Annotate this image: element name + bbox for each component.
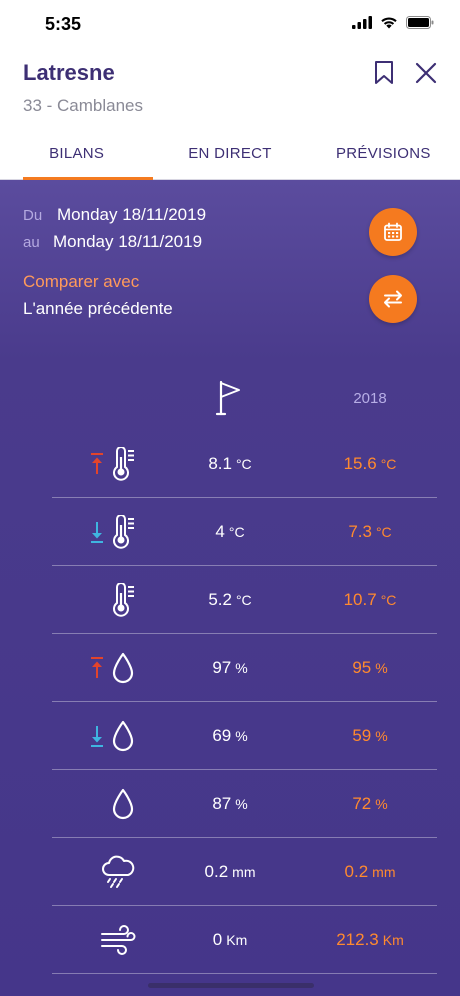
date-to-value: Monday 18/11/2019	[53, 232, 203, 251]
close-icon	[415, 62, 437, 84]
compare-year-header: 2018	[353, 390, 387, 407]
thermometer-icon	[113, 515, 134, 549]
water-drop-icon	[112, 652, 134, 684]
current-value: 4 °C	[215, 522, 245, 541]
arrow-up-max-icon	[91, 453, 103, 474]
status-time: 5:35	[45, 14, 82, 34]
current-value: 0 Km	[212, 930, 248, 949]
stats-table: 8.1 °C 15.6 °C 4 °C 7.3 °C 5.2 °C 10.7 °…	[0, 430, 460, 996]
arrow-down-min-icon	[91, 726, 103, 747]
table-row: 5.2 °C 10.7 °C	[0, 566, 460, 634]
current-value: 8.1 °C	[208, 454, 252, 473]
compare-label: Comparer avec	[23, 272, 140, 291]
arrow-up-max-icon	[91, 657, 103, 678]
table-row: 4 °C 7.3 °C	[0, 498, 460, 566]
current-value: 0.2 mm	[204, 862, 256, 881]
tab-bar: BILANS EN DIRECT PRÉVISIONS	[0, 128, 460, 180]
partial-icon	[100, 991, 136, 996]
compare-value: 10.7 °C	[343, 590, 397, 609]
table-row: 97% 95%	[0, 634, 460, 702]
date-from-value: Monday 18/11/2019	[57, 205, 207, 224]
table-row: 0.2 mm 0.2 mm	[0, 838, 460, 906]
swap-arrows-icon	[384, 290, 402, 308]
table-row: 8.1 °C 15.6 °C	[0, 430, 460, 498]
tab-en-direct[interactable]: EN DIRECT	[153, 128, 306, 179]
thermometer-icon	[113, 447, 134, 481]
wind-icon	[101, 925, 136, 955]
cellular-signal-icon	[352, 16, 372, 29]
bookmark-button[interactable]	[369, 58, 399, 88]
tab-previsions[interactable]: PRÉVISIONS	[307, 128, 460, 179]
city-name: Latresne	[23, 60, 115, 85]
table-row: 69% 59%	[0, 702, 460, 770]
current-value: 5.2 °C	[208, 590, 252, 609]
compare-value: 0.2 mm	[344, 862, 396, 881]
date-from-label: Du	[23, 207, 43, 224]
compare-value: 95%	[352, 658, 388, 677]
water-drop-icon	[112, 788, 134, 820]
date-range: Du Monday 18/11/2019 au Monday 18/11/2019	[23, 202, 206, 256]
calendar-icon	[384, 222, 402, 241]
bookmark-icon	[375, 61, 393, 84]
table-row: 0 Km 212.3 Km	[0, 906, 460, 974]
close-button[interactable]	[411, 58, 441, 88]
home-indicator	[148, 983, 314, 988]
compare-value: 212.3 Km	[336, 930, 404, 949]
main-content: Du Monday 18/11/2019 au Monday 18/11/2019 …	[0, 180, 460, 996]
calendar-button[interactable]	[369, 208, 417, 256]
tab-bilans[interactable]: BILANS	[0, 128, 154, 180]
swap-compare-button[interactable]	[369, 275, 417, 323]
date-to-row: au Monday 18/11/2019	[23, 229, 206, 256]
wifi-icon	[381, 17, 397, 29]
water-drop-icon	[112, 720, 134, 752]
compare-value: 59%	[352, 726, 388, 745]
current-value: 97%	[212, 658, 248, 677]
compare-value: L'année précédente	[23, 299, 173, 318]
table-row: 87% 72%	[0, 770, 460, 838]
flag-icon	[215, 380, 240, 416]
date-to-label: au	[23, 234, 40, 251]
battery-icon	[406, 16, 434, 29]
compare-value: 15.6 °C	[343, 454, 397, 473]
date-from-row: Du Monday 18/11/2019	[23, 202, 206, 229]
current-value: 87%	[212, 794, 248, 813]
compare-value: 72%	[352, 794, 388, 813]
status-bar: 5:35	[0, 0, 460, 50]
arrow-down-min-icon	[91, 522, 103, 543]
city-subtitle: 33 - Camblanes	[23, 96, 144, 115]
current-period-column-header	[213, 378, 245, 418]
status-icons	[352, 16, 434, 29]
compare-value: 7.3 °C	[348, 522, 392, 541]
thermometer-icon	[113, 583, 134, 617]
rain-cloud-icon	[102, 855, 135, 888]
header: Latresne 33 - Camblanes	[0, 50, 460, 128]
current-value: 69%	[212, 726, 248, 745]
